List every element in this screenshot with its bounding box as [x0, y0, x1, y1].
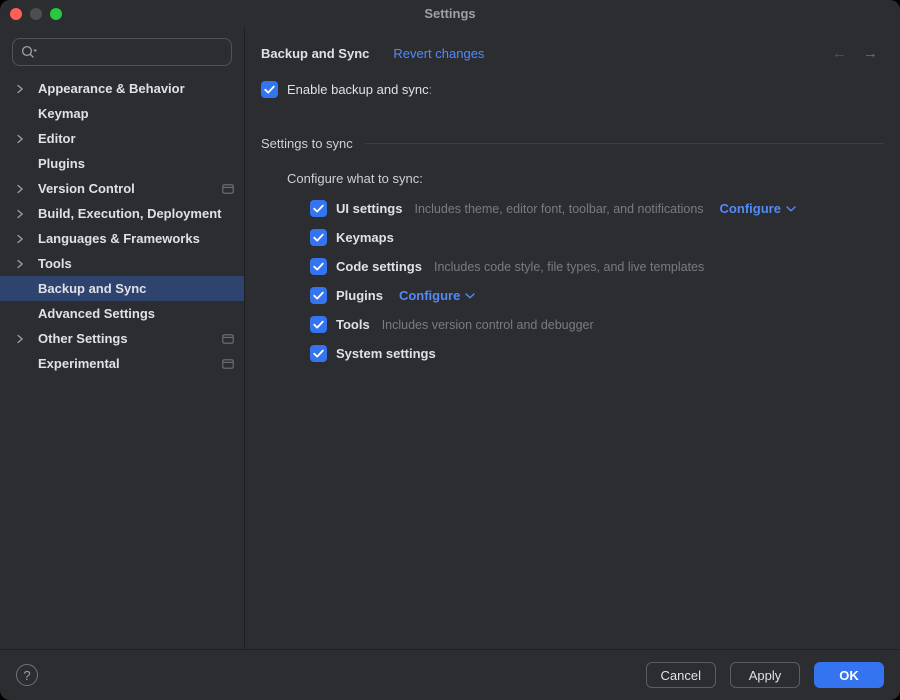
sidebar-item-label: Tools — [38, 256, 72, 271]
search-box[interactable] — [12, 38, 232, 66]
checkbox-checked[interactable] — [310, 316, 327, 333]
content-header: Backup and Sync Revert changes ← → — [261, 42, 884, 64]
configure-dropdown-link[interactable]: Configure — [399, 288, 475, 303]
chevron-right-icon[interactable] — [16, 259, 30, 269]
sync-item-label: Keymaps — [336, 230, 394, 245]
sidebar-item-label: Advanced Settings — [38, 306, 155, 321]
sync-item-hint: Includes theme, editor font, toolbar, an… — [414, 202, 703, 216]
sidebar-item-keymap[interactable]: Keymap — [0, 101, 244, 126]
minimize-button[interactable] — [30, 8, 42, 20]
sync-item-label: Code settings — [336, 259, 422, 274]
sidebar-item-label: Keymap — [38, 106, 89, 121]
cancel-button[interactable]: Cancel — [646, 662, 716, 688]
sidebar-item-label: Languages & Frameworks — [38, 231, 200, 246]
search-input[interactable] — [42, 44, 224, 61]
checkbox-checked[interactable] — [310, 345, 327, 362]
checkbox-checked[interactable] — [310, 200, 327, 217]
sidebar-list: Appearance & Behavior Keymap Editor Plug… — [0, 76, 244, 376]
sidebar-item-tools[interactable]: Tools — [0, 251, 244, 276]
sidebar-item-other-settings[interactable]: Other Settings — [0, 326, 244, 351]
sidebar-item-label: Plugins — [38, 156, 85, 171]
close-button[interactable] — [10, 8, 22, 20]
body: Appearance & Behavior Keymap Editor Plug… — [0, 28, 900, 649]
sync-items-list: UI settings Includes theme, editor font,… — [310, 194, 884, 368]
window-icon — [222, 334, 234, 344]
sidebar-item-label: Appearance & Behavior — [38, 81, 185, 96]
window-icon — [222, 359, 234, 369]
sidebar-item-label: Version Control — [38, 181, 135, 196]
sync-item-label: Tools — [336, 317, 370, 332]
sync-item-label: UI settings — [336, 201, 402, 216]
sidebar-item-plugins[interactable]: Plugins — [0, 151, 244, 176]
sidebar-item-version-control[interactable]: Version Control — [0, 176, 244, 201]
sidebar-item-label: Experimental — [38, 356, 120, 371]
page-title: Backup and Sync — [261, 46, 369, 61]
configure-what-to-sync-label: Configure what to sync: — [287, 171, 884, 186]
checkbox-checked[interactable] — [310, 287, 327, 304]
search-icon[interactable] — [20, 44, 38, 60]
window-icon — [222, 184, 234, 194]
ok-button[interactable]: OK — [814, 662, 884, 688]
section-divider — [365, 143, 884, 144]
checkbox-checked[interactable] — [310, 229, 327, 246]
sidebar-item-label: Build, Execution, Deployment — [38, 206, 221, 221]
settings-sidebar: Appearance & Behavior Keymap Editor Plug… — [0, 28, 245, 649]
footer-buttons: Cancel Apply OK — [646, 662, 884, 688]
sync-item-row-ui-settings: UI settings Includes theme, editor font,… — [310, 194, 884, 223]
section-title: Settings to sync — [261, 136, 353, 151]
back-arrow-icon[interactable]: ← — [832, 45, 847, 62]
revert-changes-link[interactable]: Revert changes — [393, 46, 484, 61]
sync-item-label: System settings — [336, 346, 436, 361]
sync-item-row-plugins: Plugins Configure — [310, 281, 884, 310]
sync-item-hint: Includes code style, file types, and liv… — [434, 260, 704, 274]
apply-button[interactable]: Apply — [730, 662, 800, 688]
settings-window: Settings Appearance & Behavior — [0, 0, 900, 700]
sidebar-item-experimental[interactable]: Experimental — [0, 351, 244, 376]
sidebar-item-label: Other Settings — [38, 331, 128, 346]
sync-item-row-tools: Tools Includes version control and debug… — [310, 310, 884, 339]
enable-backup-suffix: : — [429, 82, 433, 97]
sync-item-label: Plugins — [336, 288, 383, 303]
sidebar-item-appearance-behavior[interactable]: Appearance & Behavior — [0, 76, 244, 101]
chevron-right-icon[interactable] — [16, 134, 30, 144]
section-settings-to-sync: Settings to sync — [261, 136, 884, 151]
traffic-lights — [10, 0, 62, 28]
chevron-right-icon[interactable] — [16, 234, 30, 244]
checkbox-checked[interactable] — [310, 258, 327, 275]
enable-backup-label: Enable backup and sync — [287, 82, 429, 97]
chevron-right-icon[interactable] — [16, 184, 30, 194]
sidebar-item-build-execution-deployment[interactable]: Build, Execution, Deployment — [0, 201, 244, 226]
sidebar-item-backup-and-sync[interactable]: Backup and Sync — [0, 276, 244, 301]
configure-dropdown-link[interactable]: Configure — [720, 201, 796, 216]
chevron-right-icon[interactable] — [16, 334, 30, 344]
sync-item-hint: Includes version control and debugger — [382, 318, 594, 332]
checkbox-checked[interactable] — [261, 81, 278, 98]
sidebar-item-editor[interactable]: Editor — [0, 126, 244, 151]
zoom-button[interactable] — [50, 8, 62, 20]
enable-backup-row: Enable backup and sync: — [261, 81, 884, 98]
sidebar-item-label: Backup and Sync — [38, 281, 146, 296]
chevron-right-icon[interactable] — [16, 209, 30, 219]
sync-item-row-code-settings: Code settings Includes code style, file … — [310, 252, 884, 281]
sidebar-item-languages-frameworks[interactable]: Languages & Frameworks — [0, 226, 244, 251]
sync-item-row-system-settings: System settings — [310, 339, 884, 368]
history-nav: ← → — [832, 45, 884, 62]
footer-bar: ? Cancel Apply OK — [0, 649, 900, 700]
help-button[interactable]: ? — [16, 664, 38, 686]
sidebar-item-label: Editor — [38, 131, 76, 146]
sidebar-item-advanced-settings[interactable]: Advanced Settings — [0, 301, 244, 326]
window-title: Settings — [0, 0, 900, 28]
sync-item-row-keymaps: Keymaps — [310, 223, 884, 252]
forward-arrow-icon[interactable]: → — [863, 45, 878, 62]
titlebar: Settings — [0, 0, 900, 28]
chevron-right-icon[interactable] — [16, 84, 30, 94]
settings-content: Backup and Sync Revert changes ← → Enabl… — [245, 28, 900, 649]
